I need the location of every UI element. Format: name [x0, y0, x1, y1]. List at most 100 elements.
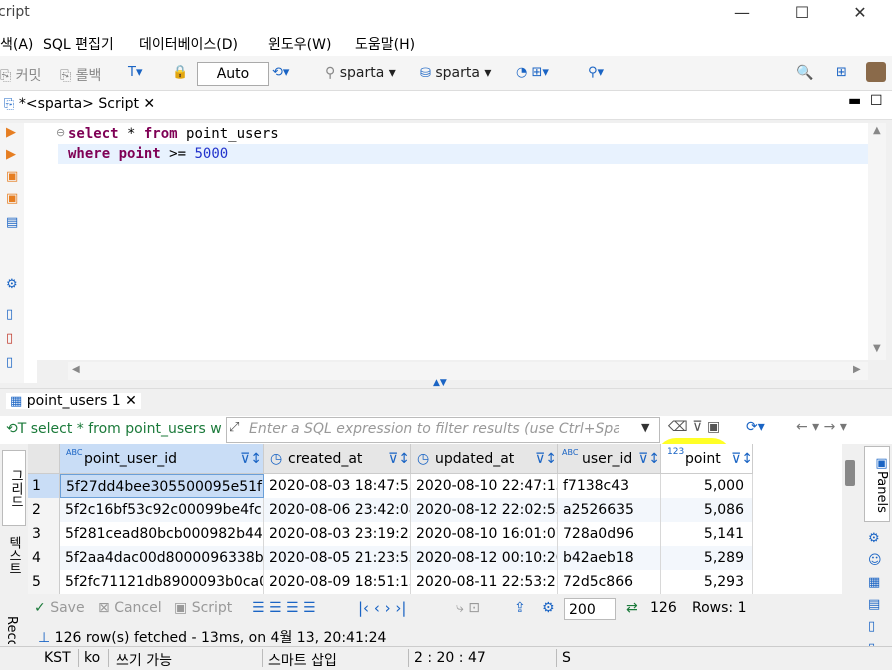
scroll-right-icon[interactable]: ▶	[853, 364, 861, 375]
cell-point[interactable]: 5,086	[661, 498, 753, 522]
minimize-button[interactable]: —	[720, 2, 764, 24]
menu-window[interactable]: 윈도우(W)	[268, 34, 331, 54]
row-number[interactable]: 1	[28, 474, 60, 498]
text-tab[interactable]: 텍스트	[4, 536, 23, 575]
format-icon[interactable]: ▤	[6, 215, 18, 230]
maximize-button[interactable]: ☐	[780, 2, 824, 24]
perspective-icon[interactable]: ⊞	[836, 65, 847, 80]
panels-tab[interactable]: ▣Panels	[864, 446, 890, 522]
cancel-button[interactable]: ⊠ Cancel	[98, 600, 162, 616]
cell-point-user-id[interactable]: 5f2aa4dac00d8000096338b2	[60, 546, 264, 570]
fold-icon[interactable]: ⊖	[56, 126, 65, 139]
script-button[interactable]: ▣ Script	[174, 600, 232, 616]
results-grid[interactable]: ABC point_user_id ⊽↕ ◷ created_at ⊽↕ ◷ update…	[28, 444, 842, 594]
search-tool-icon[interactable]: ⚲▾	[588, 65, 604, 80]
column-header-point[interactable]: 123 point ⊽↕	[661, 444, 753, 474]
scroll-left-icon[interactable]: ◀	[72, 364, 80, 375]
cell-created-at[interactable]: 2020-08-03 23:19:23	[264, 522, 411, 546]
sort-filter-icon[interactable]: ⊽↕	[240, 444, 262, 474]
dashboard-icon[interactable]: ◔ ⊞▾	[516, 65, 549, 80]
menu-edit[interactable]: 색(A)	[0, 34, 33, 54]
commit-button[interactable]: ⎘ 커밋	[0, 65, 41, 85]
sort-filter-icon[interactable]: ⊽↕	[731, 444, 753, 474]
column-header-updated-at[interactable]: ◷ updated_at ⊽↕	[411, 444, 558, 474]
avatar[interactable]	[866, 62, 886, 82]
menu-sql-editor[interactable]: SQL 편집기	[43, 34, 114, 54]
nav-arrows-icon[interactable]: ← ▾ → ▾	[796, 419, 847, 435]
execute-icon[interactable]: ▶	[6, 125, 16, 140]
scroll-up-icon[interactable]: ▲	[873, 125, 881, 136]
filter-input[interactable]: ⤢ Enter a SQL expression to filter resul…	[226, 417, 660, 443]
cell-created-at[interactable]: 2020-08-09 18:51:13	[264, 570, 411, 594]
editor-tab[interactable]: ⎘ *<sparta> Script ✕	[4, 96, 155, 112]
cell-user-id[interactable]: 728a0d96	[558, 522, 661, 546]
close-results-tab-icon[interactable]: ✕	[125, 393, 137, 409]
cell-point-user-id[interactable]: 5f281cead80bcb000982b443	[60, 522, 264, 546]
cell-point[interactable]: 5,293	[661, 570, 753, 594]
row-number[interactable]: 5	[28, 570, 60, 594]
table-row[interactable]: 3 5f281cead80bcb000982b443 2020-08-03 23:1…	[28, 522, 753, 546]
refresh-icon[interactable]: ⟳▾	[746, 419, 765, 435]
cell-user-id[interactable]: f7138c43	[558, 474, 661, 498]
close-button[interactable]: ✕	[838, 2, 882, 24]
cell-point-user-id[interactable]: 5f2c16bf53c92c00099be4fc	[60, 498, 264, 522]
cell-updated-at[interactable]: 2020-08-12 00:10:20	[411, 546, 558, 570]
editor-vertical-scrollbar[interactable]: ▲ ▼	[868, 123, 886, 360]
cell-point[interactable]: 5,289	[661, 546, 753, 570]
transaction-mode-icon[interactable]: T▾	[128, 65, 142, 80]
table-row[interactable]: 2 5f2c16bf53c92c00099be4fc 2020-08-06 23:4…	[28, 498, 753, 522]
schema-selector[interactable]: ⛁ sparta ▾	[420, 65, 491, 81]
cell-created-at[interactable]: 2020-08-05 21:23:55	[264, 546, 411, 570]
filter-dropdown-icon[interactable]: ▼	[641, 421, 649, 434]
row-number[interactable]: 4	[28, 546, 60, 570]
maximize-view-icon[interactable]: ☐	[870, 93, 883, 109]
cell-updated-at[interactable]: 2020-08-10 16:01:07	[411, 522, 558, 546]
sort-filter-icon[interactable]: ⊽↕	[388, 444, 410, 474]
cell-user-id[interactable]: a2526635	[558, 498, 661, 522]
save-file-icon[interactable]: ▯	[6, 331, 13, 346]
row-edit-icons[interactable]: ☰ ☰ ☰ ☰	[252, 600, 316, 616]
record-tab[interactable]: Record	[4, 616, 19, 644]
search-icon[interactable]: 🔍	[796, 65, 813, 81]
column-header-point-user-id[interactable]: ABC point_user_id ⊽↕	[60, 444, 264, 474]
page-nav-icons[interactable]: |‹ ‹ › ›|	[358, 599, 406, 617]
cell-updated-at[interactable]: 2020-08-12 22:02:53	[411, 498, 558, 522]
load-icon[interactable]: ▯	[6, 307, 13, 322]
cell-user-id[interactable]: b42aeb18	[558, 546, 661, 570]
editor-horizontal-scrollbar[interactable]: ◀ ▶	[68, 362, 868, 380]
sort-filter-icon[interactable]: ⊽↕	[535, 444, 557, 474]
column-header-created-at[interactable]: ◷ created_at ⊽↕	[264, 444, 411, 474]
lock-icon[interactable]: 🔒	[172, 65, 188, 80]
table-row[interactable]: 5 5f2fc71121db8900093b0ca0 2020-08-09 18:5…	[28, 570, 753, 594]
results-tab[interactable]: ▦ point_users 1 ✕	[6, 393, 141, 409]
settings-icon[interactable]: ⚙	[6, 277, 18, 292]
query-preview[interactable]: ⟲T select * from point_users whe	[6, 421, 222, 437]
table-row[interactable]: 4 5f2aa4dac00d8000096338b2 2020-08-05 21:2…	[28, 546, 753, 570]
grid-tab[interactable]: 그리드	[2, 450, 26, 526]
auto-commit-box[interactable]: Auto	[197, 62, 269, 86]
save-button[interactable]: ✓ Save	[34, 600, 85, 616]
cell-created-at[interactable]: 2020-08-06 23:42:08	[264, 498, 411, 522]
datasource-selector[interactable]: ⚲ sparta ▾	[325, 65, 396, 81]
cell-point[interactable]: 5,000	[661, 474, 753, 498]
cell-updated-at[interactable]: 2020-08-11 22:53:21	[411, 570, 558, 594]
export-icon[interactable]: ▣	[6, 191, 18, 206]
minimize-view-icon[interactable]: ▬	[848, 93, 861, 109]
cell-user-id[interactable]: 72d5c866	[558, 570, 661, 594]
sort-filter-icon[interactable]: ⊽↕	[638, 444, 660, 474]
cell-created-at[interactable]: 2020-08-03 18:47:55	[264, 474, 411, 498]
cell-updated-at[interactable]: 2020-08-10 22:47:13	[411, 474, 558, 498]
splitter-icon[interactable]: ▲▼	[433, 378, 447, 388]
expand-icon[interactable]: ⤢	[229, 420, 239, 435]
menu-help[interactable]: 도움말(H)	[355, 34, 415, 54]
cell-point-user-id[interactable]: 5f27dd4bee305500095e51f9	[60, 474, 264, 498]
execute-script-icon[interactable]: ▶	[6, 147, 16, 162]
cell-point-user-id[interactable]: 5f2fc71121db8900093b0ca0	[60, 570, 264, 594]
row-number[interactable]: 2	[28, 498, 60, 522]
grid-scrollbar-thumb[interactable]	[845, 460, 855, 486]
fetch-size-input[interactable]: 200	[564, 598, 616, 620]
new-file-icon[interactable]: ▯	[6, 355, 13, 370]
close-tab-icon[interactable]: ✕	[143, 96, 155, 112]
column-header-user-id[interactable]: ABC user_id ⊽↕	[558, 444, 661, 474]
cell-point[interactable]: 5,141	[661, 522, 753, 546]
